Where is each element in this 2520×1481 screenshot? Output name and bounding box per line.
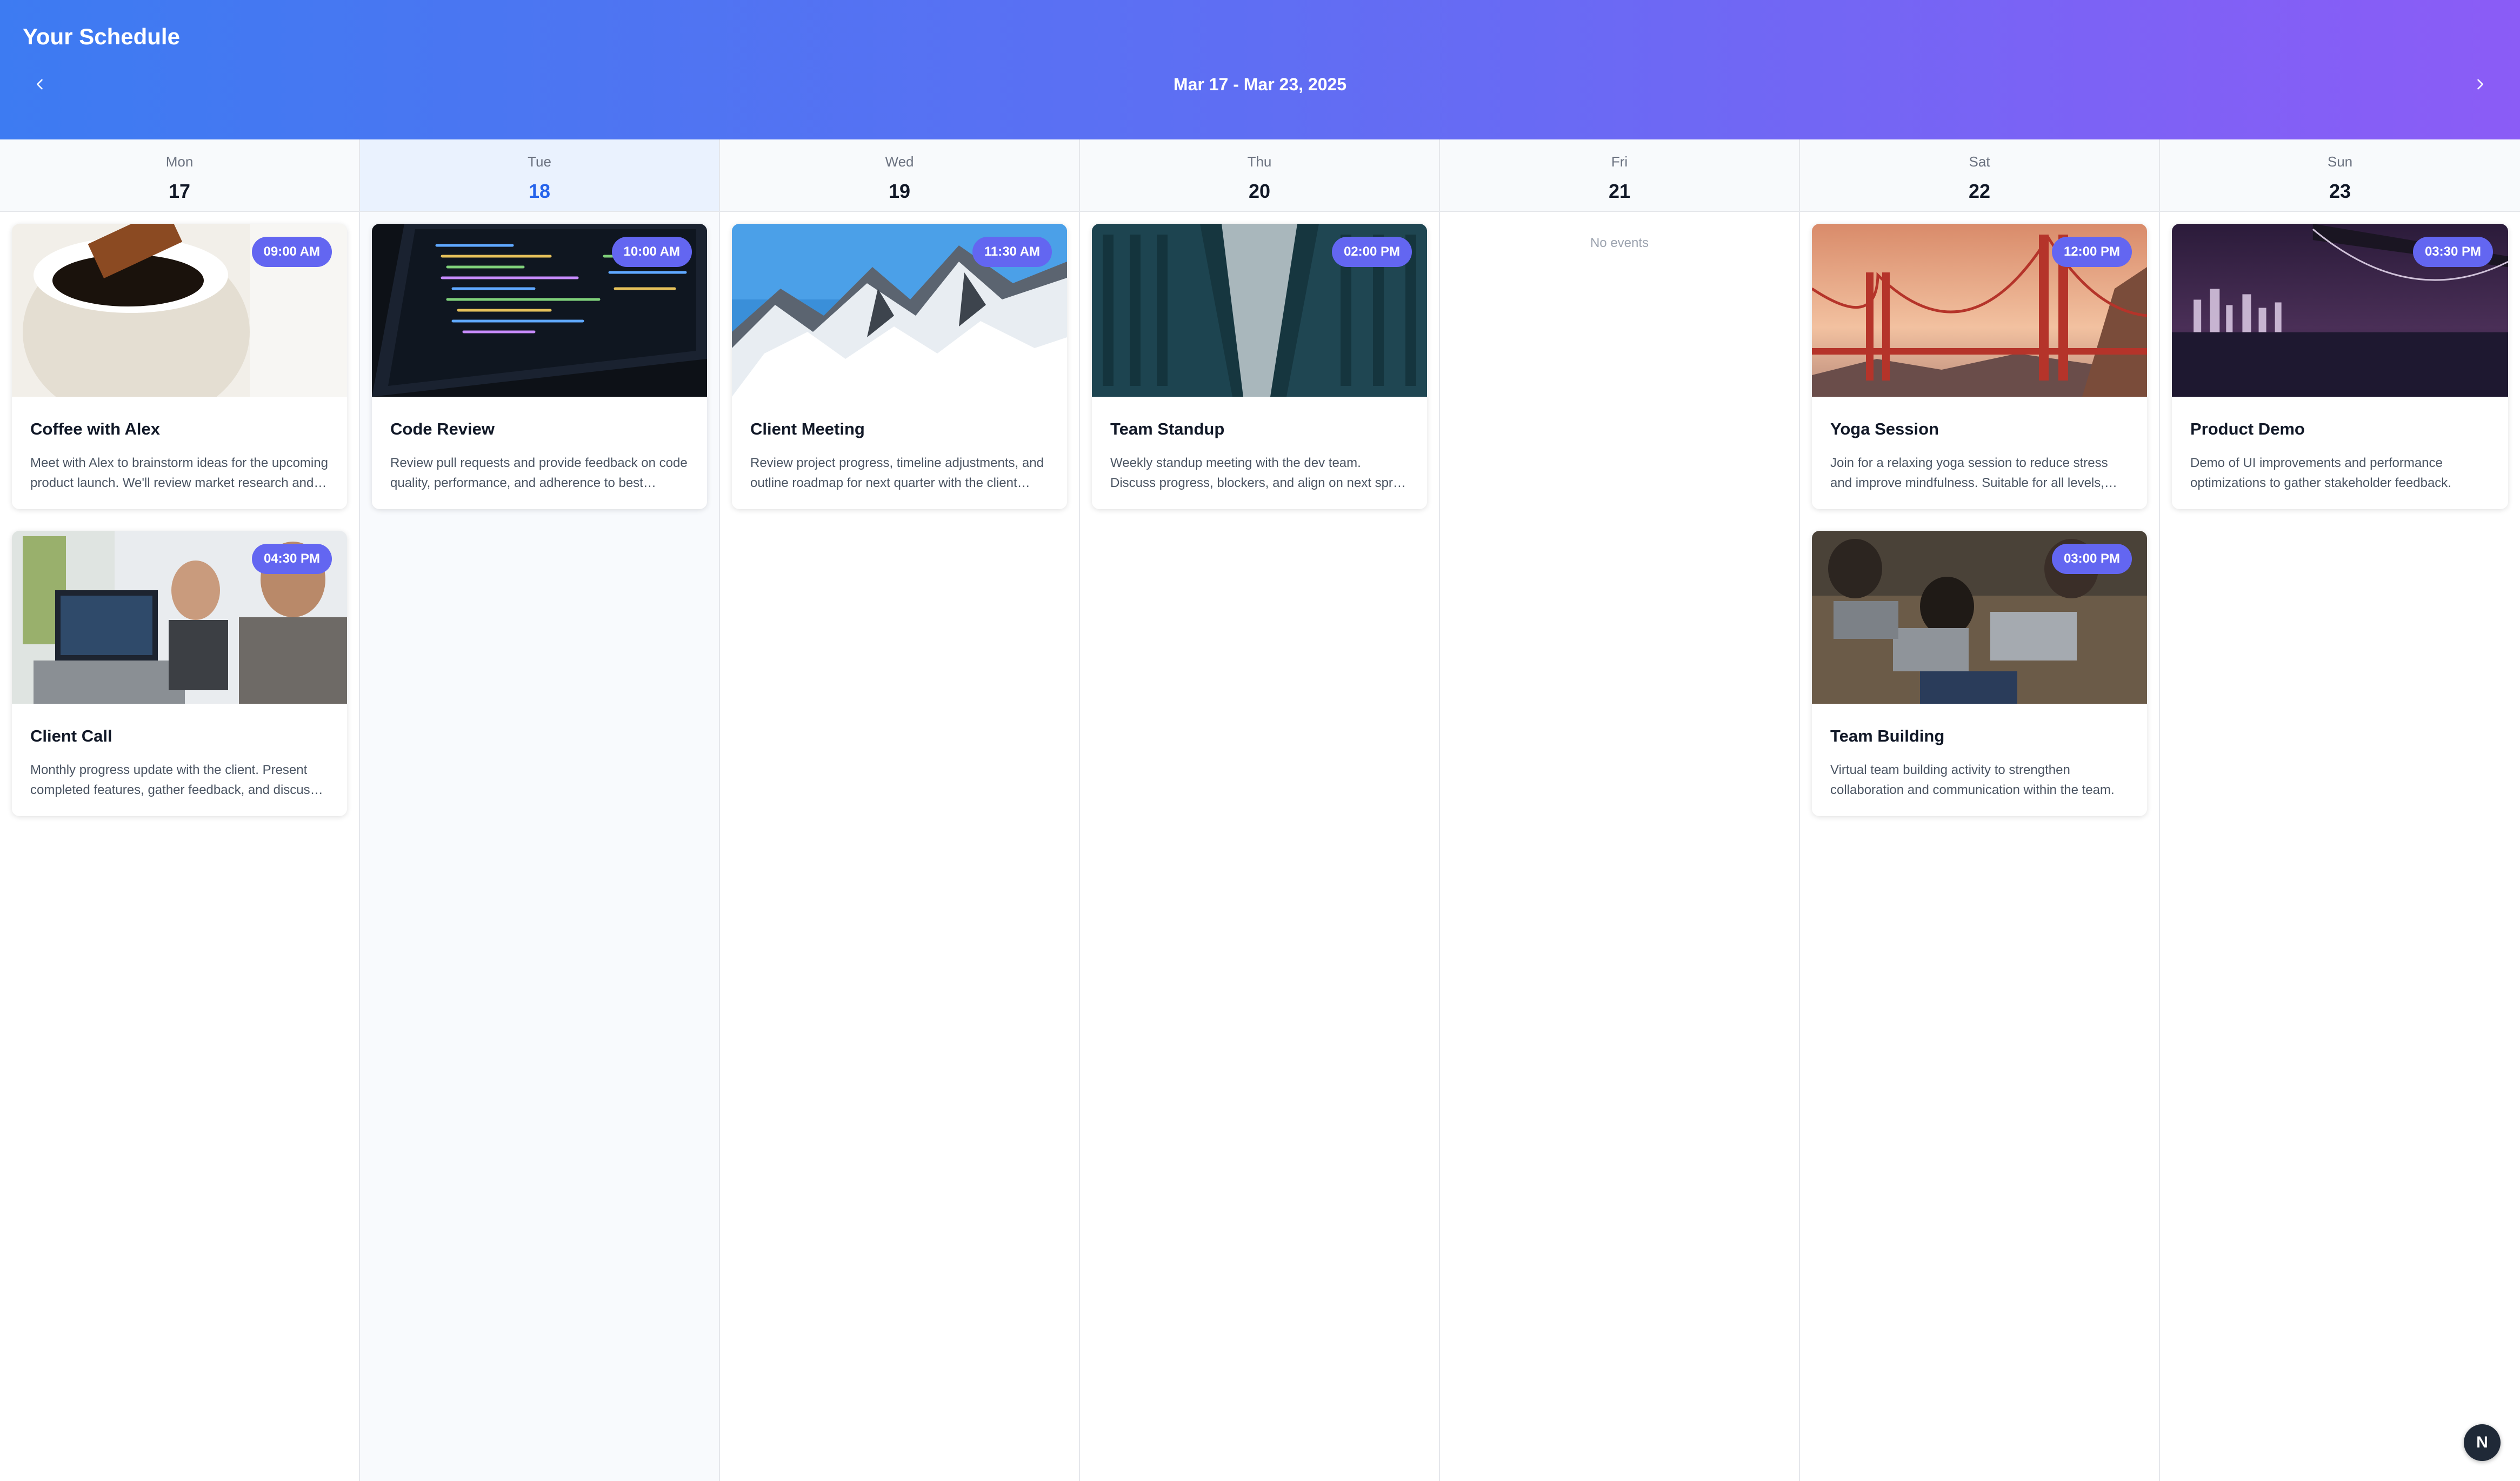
event-image: 03:30 PM: [2172, 224, 2508, 397]
event-description: Demo of UI improvements and performance …: [2190, 456, 2451, 490]
event-card[interactable]: 02:00 PM Team Standup Weekly standup mee…: [1092, 224, 1427, 509]
day-column-wed: Wed 19 11:30 AM Client Meeting Review pr…: [720, 139, 1080, 1481]
day-column-mon: Mon 17 09:00 AM Coffee with Alex Meet wi…: [0, 139, 360, 1481]
day-number: 22: [1968, 180, 1991, 202]
day-header[interactable]: Tue 18: [360, 139, 719, 212]
event-image: 12:00 PM: [1812, 224, 2147, 397]
header: Your Schedule Mar 17 - Mar 23, 2025: [0, 0, 2520, 139]
event-title: Client Call: [30, 726, 112, 745]
event-image: 11:30 AM: [732, 224, 1067, 397]
day-header[interactable]: Sat 22: [1800, 139, 2159, 212]
event-time-badge: 04:30 PM: [251, 544, 332, 574]
day-name: Mon: [165, 154, 194, 170]
event-time-badge: 03:30 PM: [2412, 237, 2493, 267]
day-number: 20: [1248, 180, 1271, 202]
day-column-fri: Fri 21 No events: [1440, 139, 1800, 1481]
event-description: Review project progress, timeline adjust…: [750, 456, 1044, 490]
event-image: 09:00 AM: [12, 224, 347, 397]
event-description: Meet with Alex to brainstorm ideas for t…: [30, 456, 328, 490]
event-card[interactable]: 10:00 AM Code Review Review pull request…: [372, 224, 707, 509]
event-title: Yoga Session: [1830, 419, 1939, 438]
day-name: Sun: [2327, 154, 2353, 170]
day-number: 21: [1608, 180, 1631, 202]
event-image: 02:00 PM: [1092, 224, 1427, 397]
day-column-thu: Thu 20 02:00 PM Team Standup Weekly stan…: [1080, 139, 1440, 1481]
day-number: 18: [528, 180, 551, 202]
page-title: Your Schedule: [23, 24, 180, 49]
event-time-badge: 03:00 PM: [2051, 544, 2132, 574]
day-number: 23: [2329, 180, 2351, 202]
day-header[interactable]: Thu 20: [1080, 139, 1439, 212]
event-card[interactable]: 03:00 PM Team Building Virtual team buil…: [1812, 531, 2147, 816]
event-card[interactable]: 04:30 PM Client Call Monthly progress up…: [12, 531, 347, 816]
next-week-button[interactable]: [2465, 69, 2495, 99]
day-header[interactable]: Wed 19: [720, 139, 1079, 212]
day-name: Sat: [1969, 154, 1990, 170]
day-header[interactable]: Fri 21: [1440, 139, 1799, 212]
event-time-badge: 11:30 AM: [972, 237, 1052, 267]
event-card[interactable]: 09:00 AM Coffee with Alex Meet with Alex…: [12, 224, 347, 509]
day-header[interactable]: Mon 17: [0, 139, 359, 212]
day-number: 17: [168, 180, 191, 202]
event-time-badge: 09:00 AM: [251, 237, 332, 267]
no-events-label: No events: [1590, 236, 1649, 250]
event-time-badge: 02:00 PM: [1331, 237, 1412, 267]
event-title: Team Standup: [1110, 419, 1225, 438]
day-header[interactable]: Sun 23: [2160, 139, 2520, 212]
event-title: Product Demo: [2190, 419, 2305, 438]
day-name: Wed: [885, 154, 914, 170]
day-name: Fri: [1611, 154, 1628, 170]
dev-indicator-button[interactable]: N: [2464, 1424, 2501, 1461]
event-description: Weekly standup meeting with the dev team…: [1110, 456, 1407, 490]
week-range: Mar 17 - Mar 23, 2025: [1173, 75, 1347, 94]
event-card[interactable]: 12:00 PM Yoga Session Join for a relaxin…: [1812, 224, 2147, 509]
event-image: 10:00 AM: [372, 224, 707, 397]
day-column-tue: Tue 18 10:00 AM Code Review Review pull …: [360, 139, 720, 1481]
event-title: Team Building: [1830, 726, 1945, 745]
day-name: Thu: [1247, 154, 1272, 170]
event-description: Join for a relaxing yoga session to redu…: [1830, 456, 2108, 490]
day-name: Tue: [528, 154, 551, 170]
week-grid: Mon 17 09:00 AM Coffee with Alex Meet wi…: [0, 139, 2520, 1481]
event-title: Code Review: [390, 419, 495, 438]
event-description: Monthly progress update with the client.…: [30, 763, 317, 797]
event-card[interactable]: 03:30 PM Product Demo Demo of UI improve…: [2172, 224, 2508, 509]
event-description: Virtual team building activity to streng…: [1830, 763, 2115, 797]
day-column-sun: Sun 23 03:30 PM Product Demo Demo of UI …: [2160, 139, 2520, 1481]
day-number: 19: [888, 180, 911, 202]
event-title: Client Meeting: [750, 419, 865, 438]
event-card[interactable]: 11:30 AM Client Meeting Review project p…: [732, 224, 1067, 509]
event-title: Coffee with Alex: [30, 419, 160, 438]
event-description: Review pull requests and provide feedbac…: [390, 456, 688, 490]
event-time-badge: 12:00 PM: [2051, 237, 2132, 267]
event-image: 03:00 PM: [1812, 531, 2147, 704]
day-column-sat: Sat 22 12:00 PM Yoga Session Join for a …: [1800, 139, 2160, 1481]
event-image: 04:30 PM: [12, 531, 347, 704]
chevron-right-icon: [2477, 79, 2483, 90]
event-time-badge: 10:00 AM: [611, 237, 692, 267]
